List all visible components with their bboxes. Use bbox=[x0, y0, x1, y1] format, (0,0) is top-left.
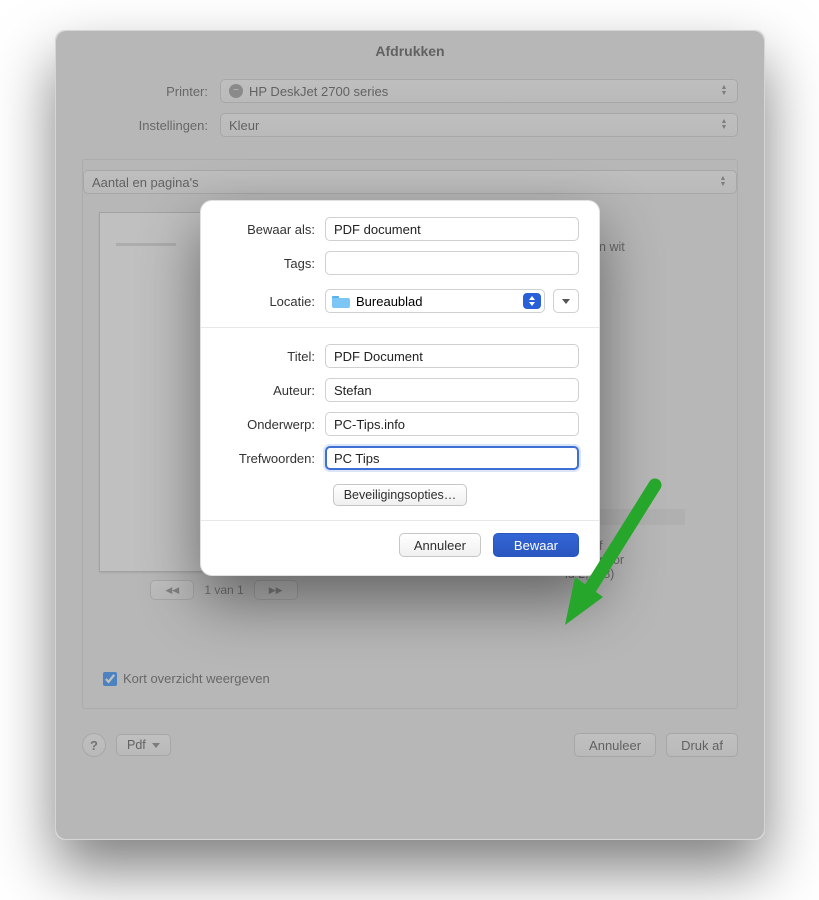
keywords-input[interactable] bbox=[325, 446, 579, 470]
tags-input[interactable] bbox=[325, 251, 579, 275]
expand-location-button[interactable] bbox=[553, 289, 579, 313]
tags-label: Tags: bbox=[221, 256, 325, 271]
security-options-button[interactable]: Beveiligingsopties… bbox=[333, 484, 468, 506]
author-input[interactable] bbox=[325, 378, 579, 402]
author-label: Auteur: bbox=[221, 383, 325, 398]
location-value: Bureaublad bbox=[356, 294, 423, 309]
save-sheet-footer: Annuleer Bewaar bbox=[201, 521, 599, 575]
keywords-label: Trefwoorden: bbox=[221, 451, 325, 466]
folder-icon bbox=[332, 294, 350, 308]
save-as-input[interactable] bbox=[325, 217, 579, 241]
subject-input[interactable] bbox=[325, 412, 579, 436]
updown-icon bbox=[523, 293, 541, 309]
location-label: Locatie: bbox=[221, 294, 325, 309]
save-sheet: Bewaar als: Tags: Locatie: Bureaublad Ti… bbox=[200, 200, 600, 576]
save-confirm-button[interactable]: Bewaar bbox=[493, 533, 579, 557]
save-cancel-button[interactable]: Annuleer bbox=[399, 533, 481, 557]
save-as-label: Bewaar als: bbox=[221, 222, 325, 237]
title-label: Titel: bbox=[221, 349, 325, 364]
title-input[interactable] bbox=[325, 344, 579, 368]
location-select[interactable]: Bureaublad bbox=[325, 289, 545, 313]
subject-label: Onderwerp: bbox=[221, 417, 325, 432]
